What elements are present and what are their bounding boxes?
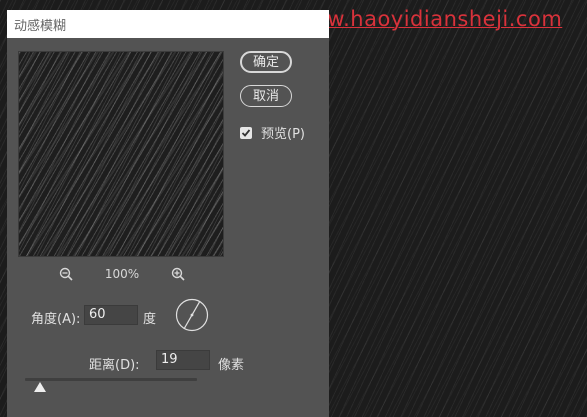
angle-label: 角度(A): [31,312,81,327]
preview-label: 预览(P) [261,127,305,142]
cancel-button[interactable]: 取消 [240,85,292,107]
distance-slider-track[interactable] [25,378,197,381]
angle-dial-icon[interactable] [175,298,209,332]
check-icon[interactable] [240,126,252,139]
zoom-out-icon[interactable] [57,265,75,283]
distance-unit: 像素 [218,358,245,373]
zoom-level: 100% [104,267,140,281]
zoom-in-icon[interactable] [169,265,187,283]
distance-input[interactable]: 19 [156,350,210,370]
dialog-title: 动感模糊 [14,19,67,34]
ok-button[interactable]: 确定 [240,51,292,73]
preview-pane[interactable] [18,51,224,257]
angle-unit: 度 [143,312,157,327]
preview-toggle[interactable]: 预览(P) [240,123,305,142]
watermark-text: www.haoyidiansheji.com [292,7,563,31]
zoom-controls: 100% [57,264,187,284]
motion-blur-dialog: 动感模糊 100% 确定 取消 预览(P) 角度(A): 60 度 距离(D):… [7,10,329,417]
angle-input[interactable]: 60 [84,305,138,325]
distance-label: 距离(D): [89,358,140,373]
dialog-titlebar[interactable]: 动感模糊 [7,10,329,38]
